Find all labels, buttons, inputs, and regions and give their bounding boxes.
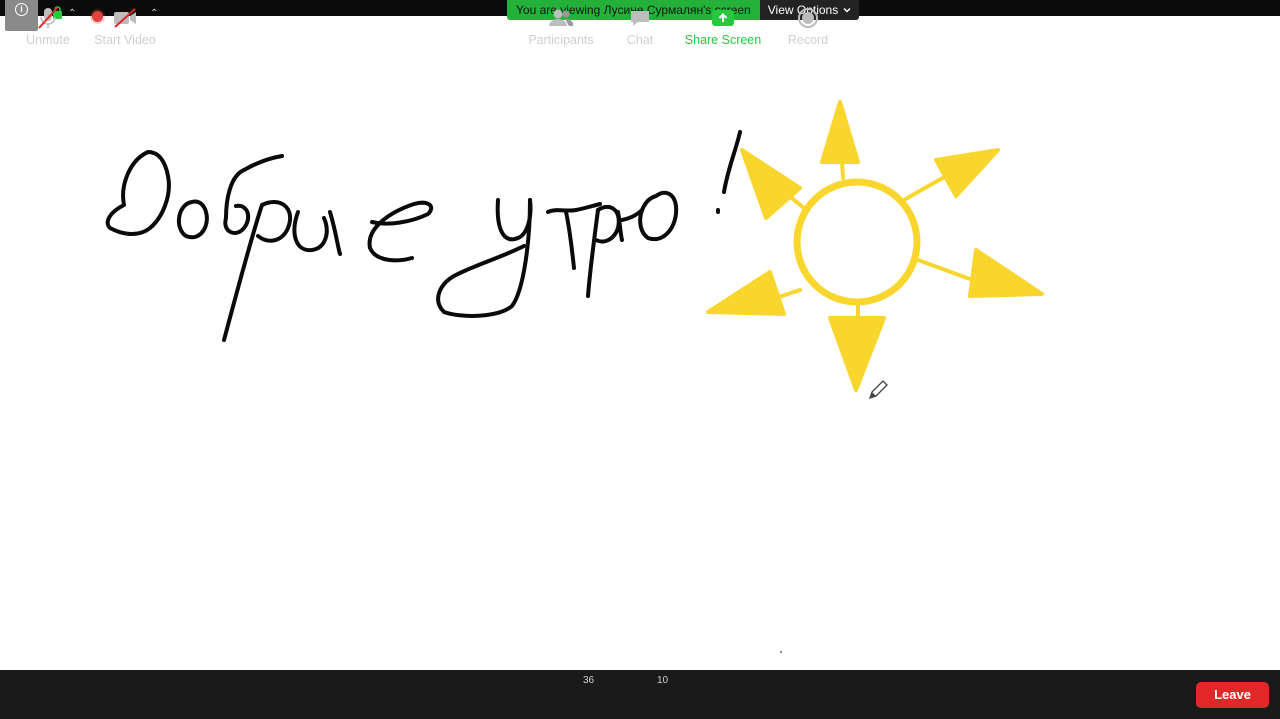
record-button[interactable]: Record bbox=[784, 0, 832, 49]
pencil-cursor-icon bbox=[868, 380, 888, 400]
participants-label: Participants bbox=[528, 33, 594, 47]
video-options-chevron-up-icon[interactable]: ⌃ bbox=[150, 8, 158, 19]
unmute-label: Unmute bbox=[26, 33, 70, 47]
chat-bubble-icon bbox=[631, 11, 649, 26]
audio-options-chevron-up-icon[interactable]: ⌃ bbox=[68, 8, 76, 19]
start-video-button[interactable]: Start Video bbox=[92, 0, 158, 49]
video-off-icon bbox=[114, 8, 136, 28]
sun-drawing bbox=[706, 100, 1044, 392]
start-video-label: Start Video bbox=[94, 33, 156, 47]
meeting-toolbar bbox=[0, 670, 1280, 719]
handwritten-greeting bbox=[105, 130, 742, 342]
muted-mic-icon bbox=[38, 7, 58, 29]
chat-count: 10 bbox=[657, 675, 669, 686]
leave-button[interactable]: Leave bbox=[1196, 682, 1269, 708]
chat-label: Chat bbox=[626, 33, 654, 47]
participants-count: 36 bbox=[583, 675, 595, 686]
chat-button[interactable]: Chat bbox=[622, 0, 658, 49]
record-icon bbox=[798, 8, 818, 28]
share-screen-icon bbox=[712, 10, 734, 26]
share-screen-label: Share Screen bbox=[684, 33, 762, 47]
participants-icon bbox=[549, 9, 574, 26]
record-label: Record bbox=[787, 33, 829, 47]
unmute-button[interactable]: Unmute bbox=[22, 0, 74, 49]
canvas-speck bbox=[780, 651, 782, 653]
shared-screen-canvas[interactable] bbox=[0, 16, 1280, 670]
share-screen-button[interactable]: Share Screen bbox=[682, 0, 764, 49]
chevron-down-icon bbox=[843, 7, 851, 13]
participants-button[interactable]: Participants bbox=[527, 0, 595, 49]
